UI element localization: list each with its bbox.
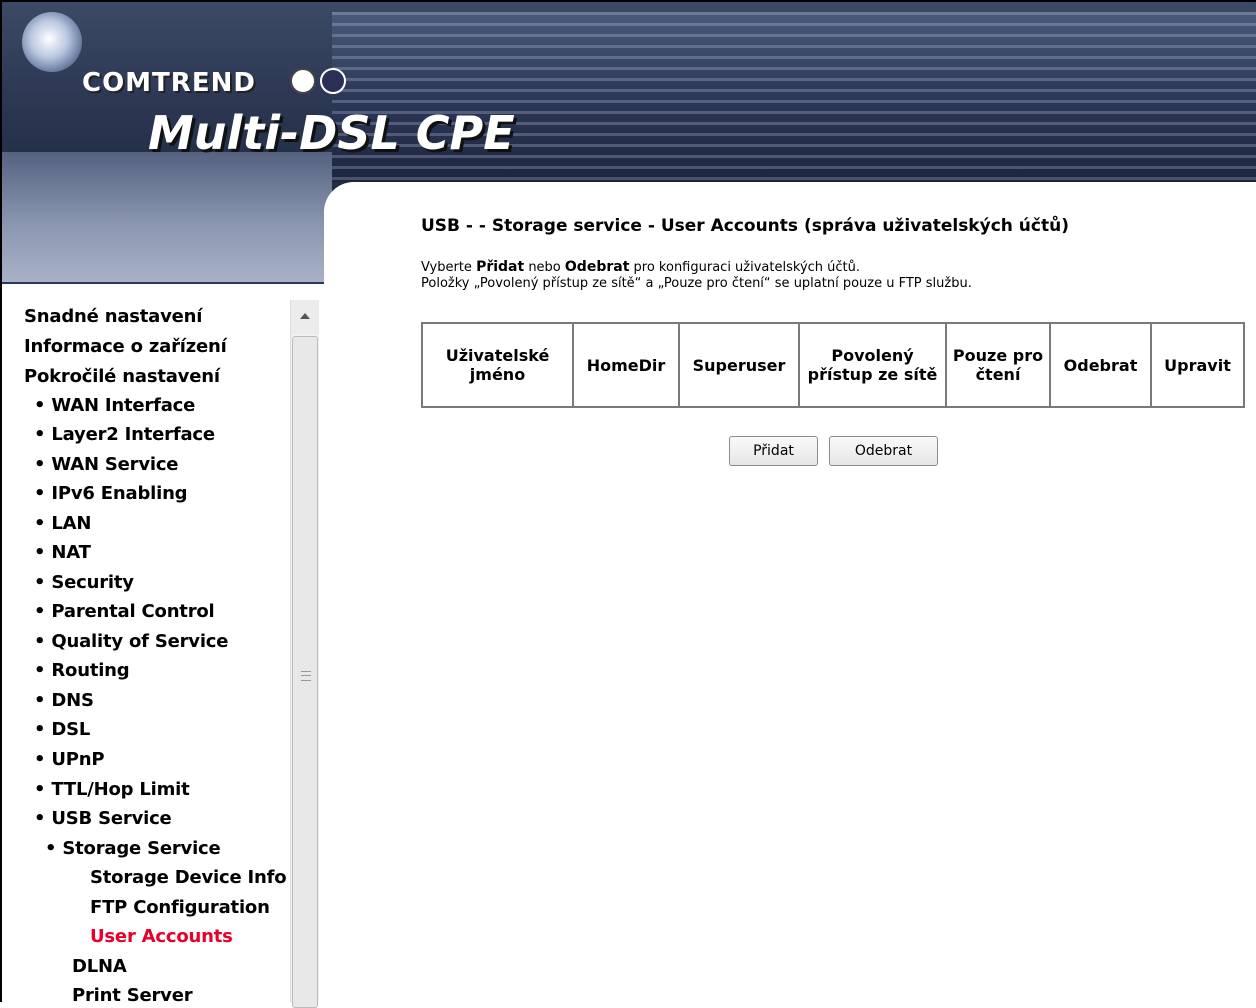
nav-item-storage-device-info[interactable]: Storage Device Info (90, 867, 287, 888)
col-header-superuser: Superuser (678, 322, 800, 408)
nav-item-device-info[interactable]: Informace o zařízení (24, 336, 227, 357)
add-button[interactable]: Přidat (729, 436, 818, 466)
sidebar-nav: Snadné nastavení Informace o zařízení Po… (2, 284, 290, 1002)
nav-item-routing[interactable]: • Routing (34, 660, 130, 681)
nav-item-storage-service[interactable]: • Storage Service (45, 838, 221, 859)
nav-item-dns[interactable]: • DNS (34, 690, 94, 711)
col-header-label: Upravit (1164, 355, 1231, 375)
scroll-grip-icon (301, 671, 311, 681)
nav-item-nat[interactable]: • NAT (34, 542, 91, 563)
desc-text: nebo (524, 260, 565, 275)
product-name: Multi-DSL CPE (148, 106, 515, 160)
desc-text: pro konfiguraci uživatelských účtů. (629, 260, 861, 275)
nav-item-layer2-interface[interactable]: • Layer2 Interface (34, 424, 215, 445)
col-header-label: Uživatelské jméno (445, 346, 550, 384)
description-line-2: Položky „Povolený přístup ze sítě“ a „Po… (421, 276, 972, 291)
col-header-edit: Upravit (1150, 322, 1245, 408)
description-line-1: Vyberte Přidat nebo Odebrat pro konfigur… (421, 259, 972, 276)
nav-item-ftp-configuration[interactable]: FTP Configuration (90, 897, 270, 918)
table-header-row: Uživatelské jméno HomeDir Superuser Povo… (421, 322, 1245, 408)
nav-item-upnp[interactable]: • UPnP (34, 749, 105, 770)
nav-item-dsl[interactable]: • DSL (34, 719, 90, 740)
brand-dots-icon (290, 68, 350, 98)
nav-item-wan-interface[interactable]: • WAN Interface (34, 395, 195, 416)
page-title: USB - - Storage service - User Accounts … (421, 216, 1069, 236)
desc-text: Vyberte (421, 260, 477, 275)
col-header-label: Superuser (692, 355, 786, 375)
nav-item-quality-of-service[interactable]: • Quality of Service (34, 631, 228, 652)
nav-item-lan[interactable]: • LAN (34, 513, 91, 534)
comtrend-logo-icon (22, 12, 82, 72)
nav-item-print-server[interactable]: Print Server (72, 985, 193, 1002)
nav-item-advanced-setup[interactable]: Pokročilé nastavení (24, 366, 220, 387)
col-header-label: Odebrat (1063, 355, 1138, 375)
sidebar-scrollbar[interactable] (290, 300, 319, 1008)
nav-item-parental-control[interactable]: • Parental Control (34, 601, 215, 622)
nav-item-ttl-hop-limit[interactable]: • TTL/Hop Limit (34, 779, 190, 800)
nav-item-easy-setup[interactable]: Snadné nastavení (24, 306, 202, 327)
nav-item-ipv6-enabling[interactable]: • IPv6 Enabling (34, 483, 188, 504)
nav-item-security[interactable]: • Security (34, 572, 134, 593)
col-header-remove: Odebrat (1049, 322, 1152, 408)
desc-remove-term: Odebrat (564, 259, 630, 275)
col-header-network-access: Povolený přístup ze sítě (798, 322, 947, 408)
banner-swoosh (2, 152, 332, 282)
col-header-username: Uživatelské jméno (421, 322, 574, 408)
col-header-read-only: Pouze pro čtení (945, 322, 1051, 408)
scrollbar-thumb[interactable] (292, 336, 318, 1008)
page-description: Vyberte Přidat nebo Odebrat pro konfigur… (421, 259, 972, 292)
nav-item-user-accounts[interactable]: User Accounts (90, 926, 233, 947)
scroll-up-arrow-icon[interactable] (291, 300, 319, 334)
nav-item-usb-service[interactable]: • USB Service (34, 808, 172, 829)
header-banner: COMTREND Multi-DSL CPE (2, 2, 1256, 284)
nav-item-wan-service[interactable]: • WAN Service (34, 454, 179, 475)
col-header-label: Povolený přístup ze sítě (807, 346, 938, 384)
col-header-homedir: HomeDir (572, 322, 680, 408)
col-header-label: Pouze pro čtení (952, 346, 1044, 384)
remove-button[interactable]: Odebrat (829, 436, 938, 466)
col-header-label: HomeDir (586, 355, 666, 375)
user-accounts-table: Uživatelské jméno HomeDir Superuser Povo… (421, 322, 1245, 408)
nav-item-dlna[interactable]: DLNA (72, 956, 127, 977)
desc-add-term: Přidat (476, 259, 525, 275)
brand-name: COMTREND (82, 68, 256, 98)
